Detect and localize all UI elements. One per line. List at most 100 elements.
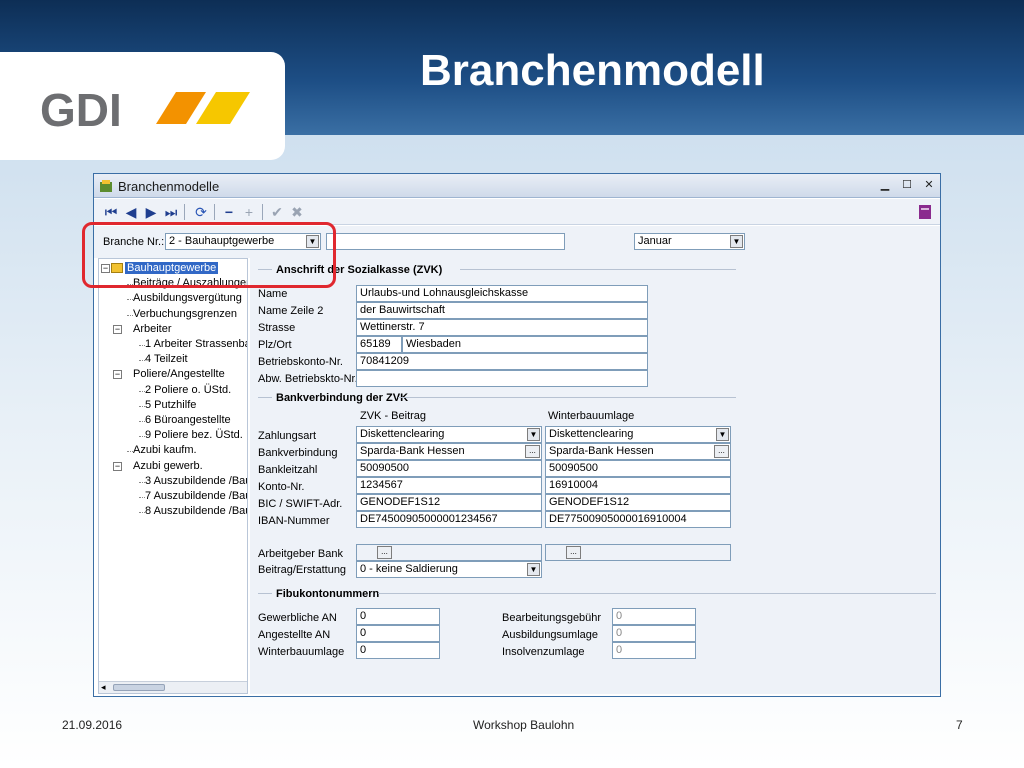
bearbeitungsgebuehr-field[interactable]: 0 (612, 608, 696, 625)
name-field[interactable]: Urlaubs-und Lohnausgleichskasse (356, 285, 648, 302)
first-record-icon[interactable]: ⏮ (102, 203, 120, 221)
abw-konto-field[interactable] (356, 370, 648, 387)
book-icon[interactable] (918, 204, 932, 220)
betriebskonto-field[interactable]: 70841209 (356, 353, 648, 370)
iban-field-1[interactable]: DE74500905000001234567 (356, 511, 542, 528)
scroll-left-icon[interactable]: ◂ (101, 682, 106, 693)
blz-field-2[interactable]: 50090500 (545, 460, 731, 477)
next-record-icon[interactable]: ▶ (142, 203, 160, 221)
cancel-icon[interactable]: ✖ (288, 203, 306, 221)
zahlungsart-select-1[interactable]: Diskettenclearing ▼ (356, 426, 542, 443)
footer-title: Workshop Baulohn (473, 718, 575, 732)
bank-lookup-button-1[interactable]: ... (525, 445, 540, 458)
page-number: 7 (956, 718, 963, 732)
bic-label: BIC / SWIFT-Adr. (258, 498, 343, 510)
tree-item[interactable]: 4 Teilzeit (145, 353, 188, 365)
scroll-thumb[interactable] (113, 684, 165, 691)
tree-item[interactable]: Arbeiter (133, 323, 172, 335)
section-divider (460, 269, 736, 270)
gewerbliche-an-field[interactable]: 0 (356, 608, 440, 625)
prev-record-icon[interactable]: ◀ (122, 203, 140, 221)
bank-field-1[interactable]: Sparda-Bank Hessen ... (356, 443, 542, 460)
logo-text: GDI (40, 86, 122, 136)
tree-item[interactable]: Ausbildungsvergütung (133, 292, 242, 304)
detail-panel: Anschrift der Sozialkasse (ZVK) Name Url… (250, 258, 940, 694)
branche-tree: − Bauhauptgewerbe Beiträge / Auszahlungen A… (98, 258, 248, 694)
branche-text-field[interactable] (326, 233, 565, 250)
tree-item[interactable]: 9 Poliere bez. ÜStd. (145, 429, 243, 441)
bank-value-1: Sparda-Bank Hessen (360, 445, 465, 457)
tree-item[interactable]: 5 Putzhilfe (145, 399, 196, 411)
beitrag-erstattung-label: Beitrag/Erstattung (258, 564, 347, 576)
tree-item[interactable]: Azubi gewerb. (133, 460, 203, 472)
tree-item[interactable]: 8 Auszubildende /Bau (145, 505, 247, 517)
arbeitgeber-bank-field-1[interactable]: ... (356, 544, 542, 561)
abw-konto-label: Abw. Betriebskto-Nr. (258, 373, 358, 385)
delete-icon[interactable]: − (220, 203, 238, 221)
street-label: Strasse (258, 322, 296, 334)
arbeitgeber-lookup-button-2[interactable]: ... (566, 546, 581, 559)
tree-item[interactable]: 3 Auszubildende /Bau (145, 475, 247, 487)
tree-item[interactable]: 6 Büroangestellte (145, 414, 231, 426)
maximize-icon[interactable]: ☐ (900, 178, 914, 192)
bic-field-2[interactable]: GENODEF1S12 (545, 494, 731, 511)
month-select[interactable]: Januar ▼ (634, 233, 745, 250)
ausbildungsumlage-field[interactable]: 0 (612, 625, 696, 642)
close-icon[interactable]: ✕ (922, 178, 936, 192)
chevron-down-icon[interactable]: ▼ (716, 428, 729, 441)
winterbauumlage-label: Winterbauumlage (258, 646, 345, 658)
bank-konto-field-2[interactable]: 16910004 (545, 477, 731, 494)
name2-field[interactable]: der Bauwirtschaft (356, 302, 648, 319)
bearbeitungsgebuehr-label: Bearbeitungsgebühr (502, 612, 602, 624)
gdi-logo: GDI (40, 86, 250, 136)
winterbauumlage-field[interactable]: 0 (356, 642, 440, 659)
fibu-section-title: Fibukontonummern (276, 588, 380, 600)
last-record-icon[interactable]: ⏭ (162, 203, 180, 221)
beitrag-erstattung-select[interactable]: 0 - keine Saldierung ▼ (356, 561, 542, 578)
tree-item[interactable]: 7 Auszubildende /Bau (145, 490, 247, 502)
add-icon[interactable]: + (240, 203, 258, 221)
chevron-down-icon[interactable]: ▼ (527, 563, 540, 576)
bank-section-title: Bankverbindung der ZVK (276, 392, 409, 404)
plz-field[interactable]: 65189 (356, 336, 402, 353)
tree-toggle-icon[interactable]: − (113, 324, 122, 334)
iban-field-2[interactable]: DE77500905000016910004 (545, 511, 731, 528)
logo-panel: GDI (0, 52, 285, 160)
blz-field-1[interactable]: 50090500 (356, 460, 542, 477)
tree-item[interactable]: 1 Arbeiter Strassenba (145, 338, 247, 350)
zahlungsart-select-2[interactable]: Diskettenclearing ▼ (545, 426, 731, 443)
section-divider (398, 397, 736, 398)
tree-item[interactable]: Azubi kaufm. (133, 444, 197, 456)
minimize-icon[interactable]: ▁ (878, 178, 892, 192)
chevron-down-icon[interactable]: ▼ (527, 428, 540, 441)
window-titlebar[interactable]: Branchenmodelle ▁ ☐ ✕ (94, 174, 940, 198)
bank-field-2[interactable]: Sparda-Bank Hessen ... (545, 443, 731, 460)
street-field[interactable]: Wettinerstr. 7 (356, 319, 648, 336)
angestellte-an-field[interactable]: 0 (356, 625, 440, 642)
bank-konto-field-1[interactable]: 1234567 (356, 477, 542, 494)
section-divider (378, 593, 936, 594)
angestellte-an-label: Angestellte AN (258, 629, 331, 641)
tree-item[interactable]: 2 Poliere o. ÜStd. (145, 384, 231, 396)
tree-horizontal-scrollbar[interactable]: ◂ (99, 681, 247, 693)
bankverbindung-label: Bankverbindung (258, 447, 338, 459)
toolbar-separator (214, 204, 215, 220)
name2-label: Name Zeile 2 (258, 305, 324, 317)
bank-value-2: Sparda-Bank Hessen (549, 445, 654, 457)
tree-item[interactable]: Poliere/Angestellte (133, 368, 225, 380)
insolvenzumlage-field[interactable]: 0 (612, 642, 696, 659)
tree-toggle-icon[interactable]: − (113, 370, 122, 380)
save-check-icon[interactable]: ✔ (268, 203, 286, 221)
bank-lookup-button-2[interactable]: ... (714, 445, 729, 458)
ort-field[interactable]: Wiesbaden (402, 336, 648, 353)
bic-field-1[interactable]: GENODEF1S12 (356, 494, 542, 511)
window-title: Branchenmodelle (118, 179, 220, 194)
section-divider (258, 593, 272, 594)
zahlungsart-label: Zahlungsart (258, 430, 317, 442)
tree-toggle-icon[interactable]: − (113, 461, 122, 471)
chevron-down-icon[interactable]: ▼ (730, 235, 743, 248)
arbeitgeber-bank-field-2[interactable]: ... (545, 544, 731, 561)
arbeitgeber-lookup-button-1[interactable]: ... (377, 546, 392, 559)
tree-item[interactable]: Verbuchungsgrenzen (133, 308, 237, 320)
refresh-icon[interactable]: ⟳ (192, 203, 210, 221)
